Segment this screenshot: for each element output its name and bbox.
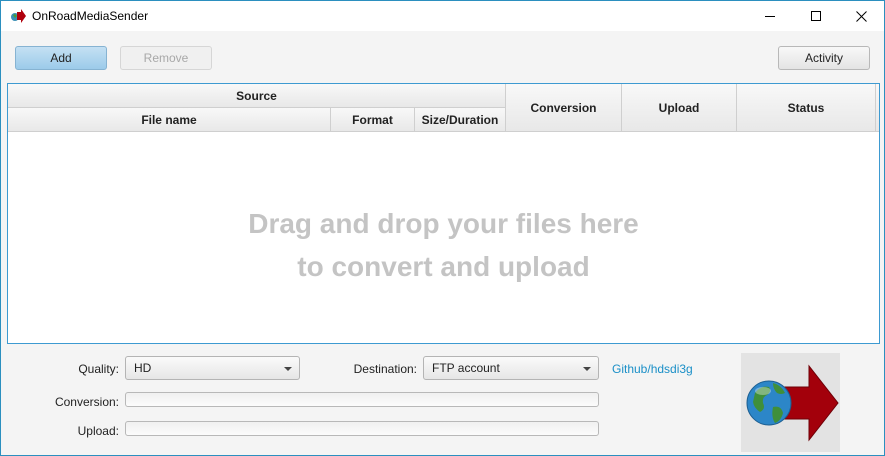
globe-arrow-icon	[746, 364, 839, 442]
upload-label: Upload:	[77, 424, 119, 438]
minimize-button[interactable]	[747, 1, 793, 31]
chevron-down-icon	[583, 367, 591, 371]
column-conversion[interactable]: Conversion	[506, 84, 622, 132]
maximize-icon	[810, 10, 821, 21]
quality-select[interactable]: HD	[125, 356, 300, 380]
window-title: OnRoadMediaSender	[32, 9, 149, 23]
column-file-name[interactable]: File name	[8, 108, 331, 132]
upload-progress-bar	[125, 421, 599, 436]
github-link[interactable]: Github/hdsdi3g	[612, 362, 693, 376]
quality-label: Quality:	[78, 362, 119, 376]
destination-label: Destination:	[353, 362, 417, 376]
title-bar: OnRoadMediaSender	[1, 1, 884, 31]
header-filler	[876, 84, 879, 132]
drop-placeholder-line1: Drag and drop your files here	[248, 208, 639, 239]
app-window: OnRoadMediaSender Add Remove Activity So…	[0, 0, 885, 456]
conversion-progress-bar	[125, 392, 599, 407]
quality-value: HD	[134, 361, 152, 375]
chevron-down-icon	[284, 367, 292, 371]
add-button[interactable]: Add	[15, 46, 107, 70]
app-icon	[10, 9, 26, 23]
close-button[interactable]	[838, 1, 884, 31]
drop-placeholder: Drag and drop your files here to convert…	[8, 202, 879, 288]
drop-placeholder-line2: to convert and upload	[297, 251, 590, 282]
remove-button[interactable]: Remove	[120, 46, 212, 70]
destination-value: FTP account	[432, 361, 500, 375]
activity-button[interactable]: Activity	[778, 46, 870, 70]
file-table[interactable]: Source File name Format Size/Duration Co…	[7, 83, 880, 344]
column-status[interactable]: Status	[737, 84, 876, 132]
minimize-icon	[764, 15, 775, 17]
maximize-button[interactable]	[793, 1, 839, 31]
source-group-header: Source	[8, 84, 506, 108]
column-size-duration[interactable]: Size/Duration	[415, 108, 506, 132]
app-logo	[741, 353, 840, 452]
column-upload[interactable]: Upload	[622, 84, 737, 132]
destination-select[interactable]: FTP account	[423, 356, 599, 380]
column-format[interactable]: Format	[331, 108, 415, 132]
close-icon	[855, 10, 867, 22]
conversion-label: Conversion:	[54, 395, 119, 409]
